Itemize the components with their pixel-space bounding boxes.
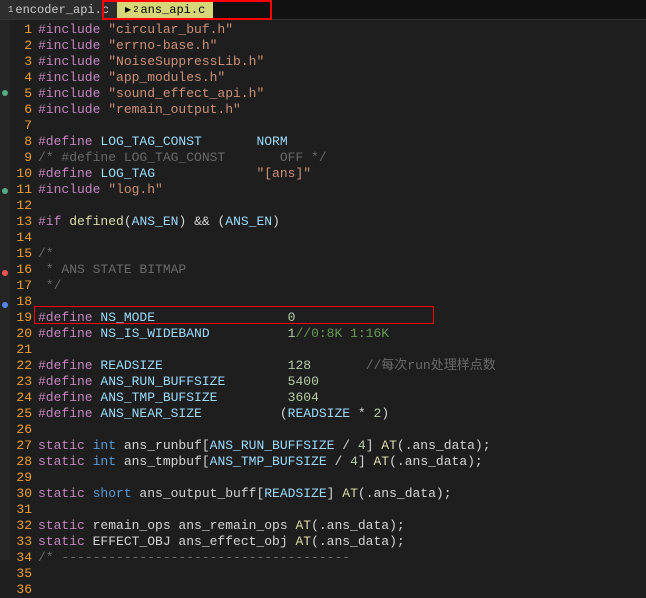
line-number: 5 [10,86,38,102]
line-number: 18 [10,294,38,310]
gutter-marker [2,90,8,96]
line-number: 12 [10,198,38,214]
code-line[interactable]: 23#define ANS_RUN_BUFFSIZE 5400 [10,374,646,390]
code-line[interactable]: 21 [10,342,646,358]
line-number: 7 [10,118,38,134]
code-line[interactable]: 1#include "circular_buf.h" [10,22,646,38]
line-number: 4 [10,70,38,86]
line-number: 34 [10,550,38,566]
line-number: 19 [10,310,38,326]
code-line[interactable]: 16 * ANS STATE BITMAP [10,262,646,278]
code-line[interactable]: 5#include "sound_effect_api.h" [10,86,646,102]
code-line[interactable]: 34/* -----------------------------------… [10,550,646,566]
code-line[interactable]: 2#include "errno-base.h" [10,38,646,54]
line-number: 23 [10,374,38,390]
gutter-strip [0,20,10,560]
code-line[interactable]: 8#define LOG_TAG_CONST NORM [10,134,646,150]
editor[interactable]: 1#include "circular_buf.h" 2#include "er… [0,20,646,560]
code-line[interactable]: 32static remain_ops ans_remain_ops AT(.a… [10,518,646,534]
code-line[interactable]: 14 [10,230,646,246]
code-line[interactable]: 24#define ANS_TMP_BUFSIZE 3604 [10,390,646,406]
code-line[interactable]: 30static short ans_output_buff[READSIZE]… [10,486,646,502]
gutter-marker [2,302,8,308]
code-line[interactable]: 6#include "remain_output.h" [10,102,646,118]
code-area[interactable]: 1#include "circular_buf.h" 2#include "er… [10,20,646,560]
line-number: 31 [10,502,38,518]
line-number: 9 [10,150,38,166]
line-number: 14 [10,230,38,246]
tab-number: 2 [133,5,138,15]
line-number: 13 [10,214,38,230]
line-number: 11 [10,182,38,198]
code-line[interactable]: 12 [10,198,646,214]
tab-encoder-api[interactable]: 1encoder_api.c [0,0,117,19]
line-number: 1 [10,22,38,38]
line-number: 26 [10,422,38,438]
code-line[interactable]: 19#define NS_MODE 0 [10,310,646,326]
line-number: 17 [10,278,38,294]
code-line[interactable]: 29 [10,470,646,486]
code-line[interactable]: 31 [10,502,646,518]
code-line[interactable]: 20#define NS_IS_WIDEBAND 1//0:8K 1:16K [10,326,646,342]
line-number: 15 [10,246,38,262]
code-line[interactable]: 17 */ [10,278,646,294]
tab-number: 1 [8,5,13,15]
tab-label: ans_api.c [140,3,205,17]
line-number: 6 [10,102,38,118]
code-line[interactable]: 15/* [10,246,646,262]
line-number: 29 [10,470,38,486]
line-number: 30 [10,486,38,502]
tab-label: encoder_api.c [15,3,109,17]
line-number: 25 [10,406,38,422]
code-line[interactable]: 11#include "log.h" [10,182,646,198]
gutter-marker [2,188,8,194]
line-number: 3 [10,54,38,70]
code-line[interactable]: 36 [10,582,646,598]
line-number: 10 [10,166,38,182]
code-line[interactable]: 9/* #define LOG_TAG_CONST OFF */ [10,150,646,166]
line-number: 2 [10,38,38,54]
tab-bar: 1encoder_api.c ▸ 2ans_api.c [0,0,646,20]
code-line[interactable]: 10#define LOG_TAG "[ans]" [10,166,646,182]
code-line[interactable]: 25#define ANS_NEAR_SIZE (READSIZE * 2) [10,406,646,422]
line-number: 16 [10,262,38,278]
line-number: 36 [10,582,38,598]
code-line[interactable]: 4#include "app_modules.h" [10,70,646,86]
line-number: 28 [10,454,38,470]
code-line[interactable]: 13#if defined(ANS_EN) && (ANS_EN) [10,214,646,230]
modified-marker: ▸ [125,2,131,17]
line-number: 27 [10,438,38,454]
line-number: 35 [10,566,38,582]
line-number: 22 [10,358,38,374]
code-line[interactable]: 22#define READSIZE 128 //每次run处理样点数 [10,358,646,374]
tab-ans-api[interactable]: ▸ 2ans_api.c [117,0,213,19]
line-number: 24 [10,390,38,406]
line-number: 32 [10,518,38,534]
code-line[interactable]: 18 [10,294,646,310]
code-line[interactable]: 35 [10,566,646,582]
line-number: 8 [10,134,38,150]
code-line[interactable]: 7 [10,118,646,134]
line-number: 20 [10,326,38,342]
line-number: 33 [10,534,38,550]
line-number: 21 [10,342,38,358]
code-line[interactable]: 28static int ans_tmpbuf[ANS_TMP_BUFSIZE … [10,454,646,470]
code-line[interactable]: 26 [10,422,646,438]
gutter-marker [2,270,8,276]
code-line[interactable]: 33static EFFECT_OBJ ans_effect_obj AT(.a… [10,534,646,550]
code-line[interactable]: 3#include "NoiseSuppressLib.h" [10,54,646,70]
code-line[interactable]: 27static int ans_runbuf[ANS_RUN_BUFFSIZE… [10,438,646,454]
